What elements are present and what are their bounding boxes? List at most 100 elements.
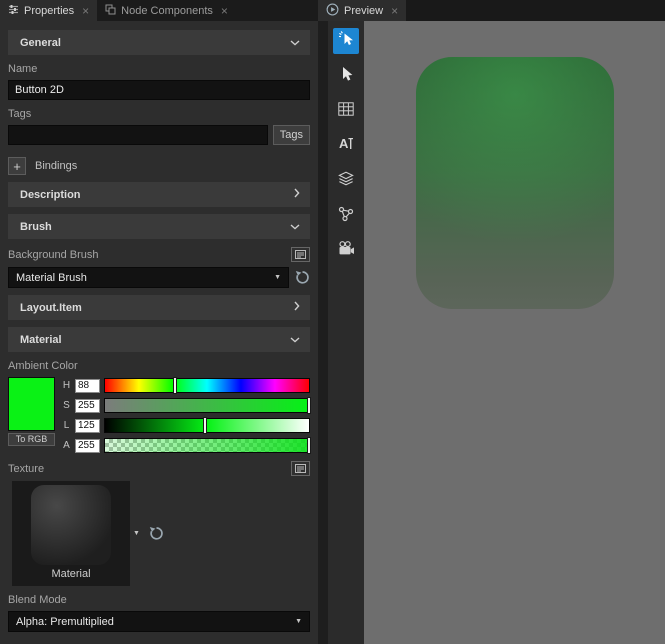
chevron-down-icon xyxy=(290,221,300,233)
camera-tool-button[interactable] xyxy=(333,238,359,264)
open-editor-button[interactable] xyxy=(291,247,310,262)
channel-row-a: A xyxy=(62,438,310,453)
texture-thumbnail xyxy=(31,485,111,565)
tab-label: Preview xyxy=(344,5,383,17)
section-title: Layout.Item xyxy=(20,302,82,314)
background-brush-head: Background Brush xyxy=(8,247,310,262)
chevron-down-icon xyxy=(290,334,300,346)
reset-icon[interactable] xyxy=(295,270,310,285)
tab-bar: Properties × Node Components × Preview × xyxy=(0,0,665,21)
texture-name: Material xyxy=(51,568,90,580)
section-description[interactable]: Description xyxy=(8,182,310,207)
interact-cursor-icon xyxy=(338,30,355,52)
tags-label: Tags xyxy=(8,108,310,120)
camera-icon xyxy=(338,241,355,261)
channel-value-input[interactable] xyxy=(75,379,100,393)
preview-toolbar: A xyxy=(328,21,364,644)
grid-icon xyxy=(338,102,354,121)
texture-label: Texture xyxy=(8,463,44,475)
name-input[interactable] xyxy=(8,80,310,100)
button-2d-preview[interactable] xyxy=(416,57,614,309)
color-editor: To RGB H S L A xyxy=(8,377,310,453)
background-brush-dropdown[interactable]: Material Brush ▼ xyxy=(8,267,289,288)
to-rgb-button[interactable]: To RGB xyxy=(8,433,55,446)
left-tab-strip: Properties × Node Components × xyxy=(0,0,318,21)
chevron-down-icon[interactable]: ▼ xyxy=(133,530,140,537)
chevron-right-icon xyxy=(294,301,300,314)
panel-divider[interactable] xyxy=(318,21,328,644)
node-graph-icon xyxy=(338,206,354,227)
select-tool-button[interactable] xyxy=(333,63,359,89)
section-title: Brush xyxy=(20,221,52,233)
section-material[interactable]: Material xyxy=(8,327,310,352)
channel-value-input[interactable] xyxy=(75,419,100,433)
tags-row: Tags xyxy=(8,125,310,145)
open-editor-button[interactable] xyxy=(291,461,310,476)
channel-value-input[interactable] xyxy=(75,439,100,453)
lightness-bar[interactable] xyxy=(104,418,310,433)
section-general[interactable]: General xyxy=(8,30,310,55)
chevron-down-icon xyxy=(290,37,300,49)
hsla-channels: H S L A xyxy=(62,377,310,453)
preview-canvas[interactable] xyxy=(364,21,665,644)
tags-input[interactable] xyxy=(8,125,268,145)
color-swatch[interactable] xyxy=(8,377,55,431)
close-icon[interactable]: × xyxy=(221,5,228,17)
svg-text:A: A xyxy=(339,136,349,151)
scene-graph-tool-button[interactable] xyxy=(333,203,359,229)
main-area: General Name Tags Tags + Bindings Descri… xyxy=(0,21,665,644)
properties-panel: General Name Tags Tags + Bindings Descri… xyxy=(0,21,318,644)
section-layout-item[interactable]: Layout.Item xyxy=(8,295,310,320)
dropdown-value: Material Brush xyxy=(16,272,87,284)
saturation-bar[interactable] xyxy=(104,398,310,413)
channel-label: H xyxy=(62,380,71,391)
dropdown-value: Alpha: Premultiplied xyxy=(16,616,114,628)
background-brush-label: Background Brush xyxy=(8,249,99,261)
blend-mode-dropdown[interactable]: Alpha: Premultiplied ▼ xyxy=(8,611,310,632)
slider-marker[interactable] xyxy=(307,397,311,414)
texture-area: Material ▼ xyxy=(8,481,310,586)
interact-tool-button[interactable] xyxy=(333,28,359,54)
tab-node-components[interactable]: Node Components × xyxy=(97,0,236,21)
chevron-down-icon: ▼ xyxy=(295,618,302,625)
ambient-color-label: Ambient Color xyxy=(8,360,310,372)
texture-controls: ▼ xyxy=(133,526,164,541)
alpha-bar[interactable] xyxy=(104,438,310,453)
slider-marker[interactable] xyxy=(307,437,311,454)
channel-label: A xyxy=(62,440,71,451)
hue-bar[interactable] xyxy=(104,378,310,393)
tags-button[interactable]: Tags xyxy=(273,125,310,145)
name-label: Name xyxy=(8,63,310,75)
tab-preview[interactable]: Preview × xyxy=(318,0,406,21)
add-binding-button[interactable]: + xyxy=(8,157,26,175)
channel-row-s: S xyxy=(62,398,310,413)
slider-marker[interactable] xyxy=(203,417,207,434)
layers-tool-button[interactable] xyxy=(333,168,359,194)
grid-tool-button[interactable] xyxy=(333,98,359,124)
text-tool-button[interactable]: A xyxy=(333,133,359,159)
slider-marker[interactable] xyxy=(173,377,177,394)
channel-label: S xyxy=(62,400,71,411)
close-icon[interactable]: × xyxy=(82,5,89,17)
texture-tile[interactable]: Material xyxy=(12,481,130,586)
channel-value-input[interactable] xyxy=(75,399,100,413)
tab-properties[interactable]: Properties × xyxy=(0,0,97,21)
section-title: Material xyxy=(20,334,62,346)
layers-icon xyxy=(338,171,354,191)
swatch-column: To RGB xyxy=(8,377,55,453)
reset-icon[interactable] xyxy=(149,526,164,541)
chevron-down-icon: ▼ xyxy=(274,274,281,281)
section-title: Description xyxy=(20,189,81,201)
tab-label: Properties xyxy=(24,5,74,17)
section-brush[interactable]: Brush xyxy=(8,214,310,239)
properties-tab-icon xyxy=(8,4,19,18)
preview-play-icon xyxy=(326,3,339,19)
channel-row-l: L xyxy=(62,418,310,433)
node-components-tab-icon xyxy=(105,4,116,18)
text-icon: A xyxy=(338,136,354,156)
preview-tab-strip: Preview × xyxy=(318,0,665,21)
close-icon[interactable]: × xyxy=(391,5,398,17)
channel-label: L xyxy=(62,420,71,431)
bindings-row: + Bindings xyxy=(8,157,310,175)
blend-mode-label: Blend Mode xyxy=(8,594,310,606)
